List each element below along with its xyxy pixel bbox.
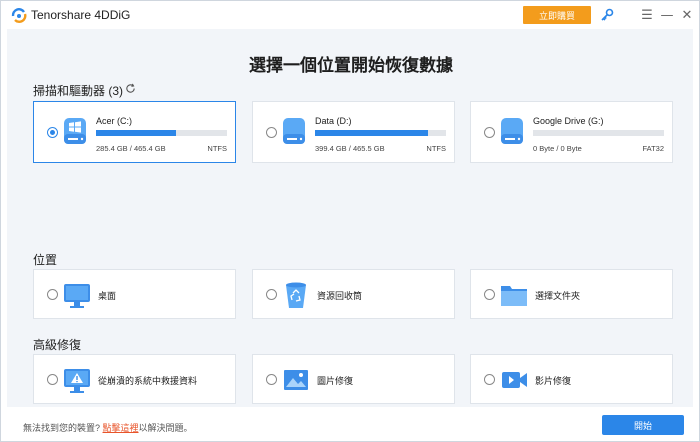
location-label: 桌面 — [98, 291, 117, 301]
drive-size: 0 Byte / 0 Byte — [533, 144, 582, 153]
location-radio[interactable] — [47, 289, 58, 300]
drive-card-g[interactable]: Google Drive (G:) 0 Byte / 0 Byte FAT32 — [470, 101, 673, 163]
video-repair-icon — [502, 372, 527, 388]
drive-radio[interactable] — [47, 127, 58, 138]
advanced-radio[interactable] — [47, 374, 58, 385]
location-section-title: 位置 — [33, 253, 58, 267]
folder-icon — [501, 286, 527, 306]
location-radio[interactable] — [266, 289, 277, 300]
drive-usage-fill — [96, 130, 176, 136]
title-bar: Tenorshare 4DDiG 立即購買 ☰ — ✕ — [1, 1, 699, 29]
footer-suffix: 以解決問題。 — [138, 423, 193, 433]
hard-drive-icon — [283, 118, 305, 144]
refresh-icon[interactable] — [125, 83, 136, 94]
advanced-photo-repair[interactable]: 圖片修復 — [252, 354, 455, 404]
advanced-label: 影片修復 — [535, 376, 572, 386]
menu-icon[interactable]: ☰ — [638, 6, 656, 24]
drive-filesystem: NTFS — [426, 144, 446, 153]
advanced-label: 圖片修復 — [317, 376, 354, 386]
recycle-bin-icon — [286, 282, 306, 308]
page-title: 選擇一個位置開始恢復數據 — [249, 56, 453, 75]
advanced-radio[interactable] — [484, 374, 495, 385]
windows-drive-icon — [64, 118, 86, 144]
footer-help-text: 無法找到您的裝置? 點擊這裡以解決問題。 — [23, 421, 193, 434]
start-button[interactable]: 開始 — [602, 415, 684, 435]
drive-name: Google Drive (G:) — [533, 116, 604, 126]
crashed-system-icon — [64, 369, 90, 393]
close-icon[interactable]: ✕ — [678, 6, 696, 24]
drive-name: Data (D:) — [315, 116, 352, 126]
drive-size: 285.4 GB / 465.4 GB — [96, 144, 166, 153]
desktop-icon — [64, 284, 90, 308]
minimize-icon[interactable]: — — [658, 6, 676, 24]
app-title: Tenorshare 4DDiG — [31, 8, 131, 22]
location-desktop[interactable]: 桌面 — [33, 269, 236, 319]
buy-now-button[interactable]: 立即購買 — [523, 6, 591, 24]
advanced-radio[interactable] — [266, 374, 277, 385]
help-link[interactable]: 點擊這裡 — [103, 423, 139, 433]
drive-usage-bar — [533, 130, 664, 136]
drive-card-d[interactable]: Data (D:) 399.4 GB / 465.5 GB NTFS — [252, 101, 455, 163]
location-recycle-bin[interactable]: 資源回收筒 — [252, 269, 455, 319]
location-radio[interactable] — [484, 289, 495, 300]
drive-radio[interactable] — [484, 127, 495, 138]
drives-section-title: 掃描和驅動器 (3) — [33, 84, 124, 98]
location-label: 選擇文件夾 — [535, 291, 581, 301]
drive-radio[interactable] — [266, 127, 277, 138]
app-window: Tenorshare 4DDiG 立即購買 ☰ — ✕ 選擇一個位置開始恢復數據… — [0, 0, 700, 442]
advanced-label: 從崩潰的系統中救援資料 — [98, 376, 198, 386]
location-label: 資源回收筒 — [317, 291, 363, 301]
photo-repair-icon — [284, 370, 308, 390]
key-icon[interactable] — [599, 7, 615, 23]
location-select-folder[interactable]: 選擇文件夾 — [470, 269, 673, 319]
drive-filesystem: NTFS — [207, 144, 227, 153]
drive-usage-bar — [96, 130, 227, 136]
drive-size: 399.4 GB / 465.5 GB — [315, 144, 385, 153]
advanced-section-title: 高級修復 — [33, 338, 82, 352]
footer-prefix: 無法找到您的裝置? — [23, 423, 103, 433]
advanced-video-repair[interactable]: 影片修復 — [470, 354, 673, 404]
drive-name: Acer (C:) — [96, 116, 132, 126]
advanced-crashed-system[interactable]: 從崩潰的系統中救援資料 — [33, 354, 236, 404]
drive-filesystem: FAT32 — [642, 144, 664, 153]
hard-drive-icon — [501, 118, 523, 144]
drive-card-c[interactable]: Acer (C:) 285.4 GB / 465.4 GB NTFS — [33, 101, 236, 163]
app-logo-icon — [11, 8, 27, 23]
drive-usage-bar — [315, 130, 446, 136]
drive-usage-fill — [315, 130, 428, 136]
footer-bar: 無法找到您的裝置? 點擊這裡以解決問題。 開始 — [1, 407, 699, 441]
